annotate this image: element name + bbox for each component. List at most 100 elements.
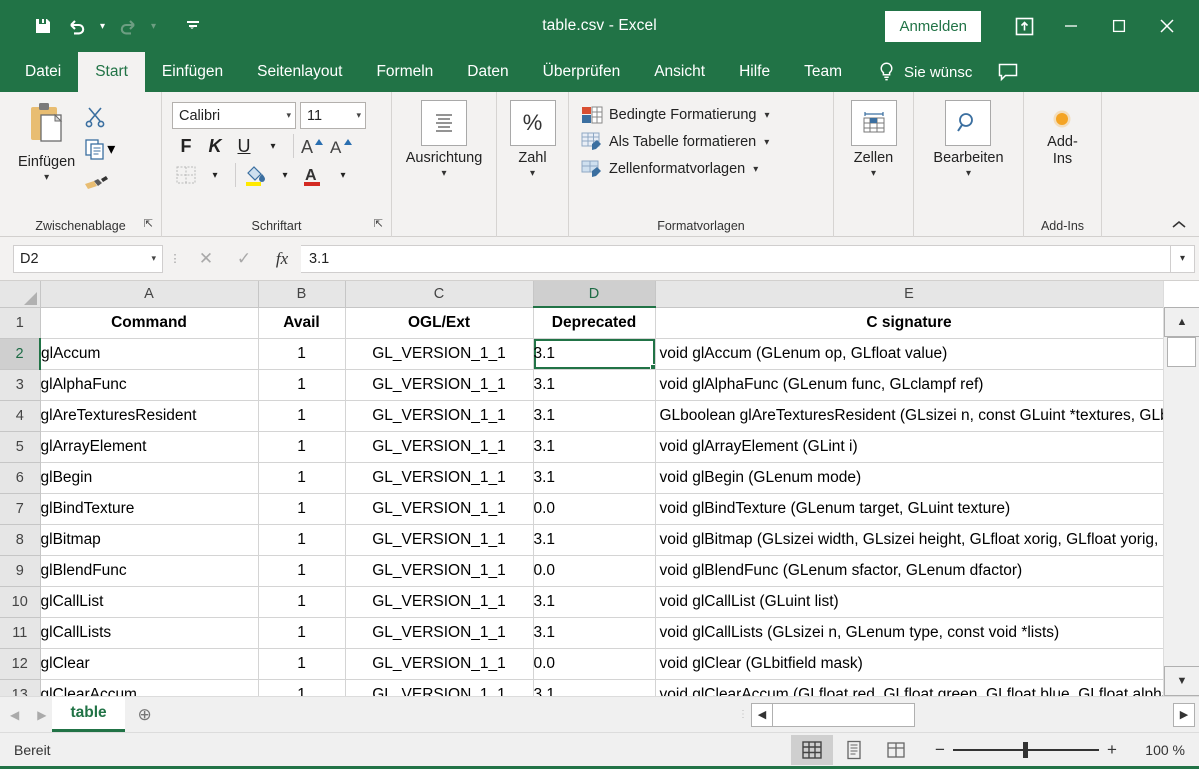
tab-formeln[interactable]: Formeln [359,52,450,92]
ribbon-display-options-icon[interactable] [1001,3,1047,49]
hscroll-track[interactable] [915,702,1173,727]
cell-e12[interactable]: void glClear (GLbitfield mask) [655,648,1163,680]
cut-button[interactable] [83,102,115,132]
vscroll-thumb[interactable] [1167,337,1196,367]
cell-d7[interactable]: 0.0 [533,493,656,525]
cell-c7[interactable]: GL_VERSION_1_1 [345,493,534,525]
customize-qat-icon[interactable] [176,9,210,43]
font-size-combo[interactable]: 11 ▾ [300,102,366,129]
cell-c9[interactable]: GL_VERSION_1_1 [345,555,534,587]
column-header-e[interactable]: E [655,281,1163,308]
zoom-out-button[interactable]: − [927,740,953,760]
zoom-in-button[interactable]: + [1099,740,1125,760]
horizontal-scrollbar[interactable]: ⋮ ◀ ▶ [165,697,1199,732]
collapse-ribbon-icon[interactable] [1167,215,1191,235]
alignment-button[interactable]: Ausrichtung ▾ [398,96,491,179]
borders-button[interactable] [172,161,200,189]
normal-view-icon[interactable] [791,734,833,765]
format-painter-button[interactable] [83,166,115,196]
cell-e11[interactable]: void glCallLists (GLsizei n, GLenum type… [655,617,1163,649]
column-header-a[interactable]: A [40,281,259,308]
row-header-4[interactable]: 4 [0,400,41,432]
cancel-entry-icon[interactable]: ✕ [187,245,225,273]
next-sheet-icon[interactable]: ▶ [37,708,46,722]
cell-c12[interactable]: GL_VERSION_1_1 [345,648,534,680]
cell-c10[interactable]: GL_VERSION_1_1 [345,586,534,618]
cell-b12[interactable]: 1 [258,648,346,680]
scroll-left-icon[interactable]: ◀ [751,702,773,727]
cell-a2[interactable]: glAccum [40,338,259,370]
zoom-slider[interactable] [953,735,1099,765]
font-color-dropdown-icon[interactable]: ▾ [329,161,357,189]
decrease-font-size-button[interactable]: A [329,132,357,160]
scroll-right-icon[interactable]: ▶ [1173,702,1195,727]
clipboard-dialog-launcher-icon[interactable]: ⇱ [144,217,153,230]
cell-b7[interactable]: 1 [258,493,346,525]
cell-b3[interactable]: 1 [258,369,346,401]
cell-e13[interactable]: void glClearAccum (GLfloat red, GLfloat … [655,679,1163,696]
cell-b4[interactable]: 1 [258,400,346,432]
cell-d13[interactable]: 3.1 [533,679,656,696]
tab-datei[interactable]: Datei [8,52,78,92]
cell-a11[interactable]: glCallLists [40,617,259,649]
minimize-button[interactable] [1047,3,1095,49]
cells-button[interactable]: Zellen ▾ [843,96,905,179]
zoom-slider-knob[interactable] [1023,741,1028,758]
tab-ueberpruefen[interactable]: Überprüfen [526,52,638,92]
vscroll-track[interactable] [1164,367,1199,666]
hscroll-grip[interactable]: ⋮ [735,709,751,719]
vertical-scrollbar[interactable]: ▲ ▼ [1163,281,1199,696]
undo-icon[interactable] [60,9,94,43]
tab-start[interactable]: Start [78,52,145,92]
cell-e10[interactable]: void glCallList (GLuint list) [655,586,1163,618]
column-header-b[interactable]: B [258,281,346,308]
font-dialog-launcher-icon[interactable]: ⇱ [374,217,383,230]
underline-dropdown-icon[interactable]: ▾ [259,132,287,160]
cell-e3[interactable]: void glAlphaFunc (GLenum func, GLclampf … [655,369,1163,401]
cell-c1[interactable]: OGL/Ext [345,307,534,339]
cell-b5[interactable]: 1 [258,431,346,463]
cell-a1[interactable]: Command [40,307,259,339]
select-all-corner[interactable] [0,281,41,308]
tab-team[interactable]: Team [787,52,859,92]
cell-a6[interactable]: glBegin [40,462,259,494]
cell-d4[interactable]: 3.1 [533,400,656,432]
scroll-down-icon[interactable]: ▼ [1164,666,1199,696]
paste-dropdown-icon[interactable]: ▾ [44,172,49,183]
cell-e7[interactable]: void glBindTexture (GLenum target, GLuin… [655,493,1163,525]
cell-c8[interactable]: GL_VERSION_1_1 [345,524,534,556]
close-button[interactable] [1143,3,1191,49]
confirm-entry-icon[interactable]: ✓ [225,245,263,273]
row-header-8[interactable]: 8 [0,524,41,556]
format-as-table-button[interactable]: Als Tabelle formatieren ▾ [577,129,773,155]
copy-dropdown-icon[interactable]: ▾ [107,139,115,159]
cell-b11[interactable]: 1 [258,617,346,649]
cell-c13[interactable]: GL_VERSION_1_1 [345,679,534,696]
tab-seitenlayout[interactable]: Seitenlayout [240,52,359,92]
cell-b2[interactable]: 1 [258,338,346,370]
cell-d12[interactable]: 0.0 [533,648,656,680]
cell-a12[interactable]: glClear [40,648,259,680]
comments-icon[interactable] [984,52,1032,92]
number-dropdown-icon[interactable]: ▾ [530,168,535,179]
cell-a3[interactable]: glAlphaFunc [40,369,259,401]
cell-a4[interactable]: glAreTexturesResident [40,400,259,432]
conditional-formatting-button[interactable]: Bedingte Formatierung ▾ [577,102,773,128]
font-color-button[interactable]: A [300,161,328,189]
cell-a13[interactable]: glClearAccum [40,679,259,696]
cell-c4[interactable]: GL_VERSION_1_1 [345,400,534,432]
paste-button[interactable]: Einfügen ▾ [10,96,83,196]
tell-me-box[interactable]: Sie wünsc [877,52,972,92]
underline-button[interactable]: U [230,132,258,160]
addins-button[interactable]: Add- Ins [1039,96,1086,168]
cell-a8[interactable]: glBitmap [40,524,259,556]
row-header-13[interactable]: 13 [0,679,41,696]
cell-c2[interactable]: GL_VERSION_1_1 [345,338,534,370]
bold-button[interactable]: F [172,132,200,160]
font-name-dropdown-icon[interactable]: ▾ [286,110,291,121]
cell-styles-dropdown-icon[interactable]: ▾ [753,164,758,175]
cell-e2[interactable]: void glAccum (GLenum op, GLfloat value) [655,338,1163,370]
alignment-dropdown-icon[interactable]: ▾ [441,168,446,179]
cell-d2[interactable]: 3.1 [533,338,656,370]
tab-einfuegen[interactable]: Einfügen [145,52,240,92]
